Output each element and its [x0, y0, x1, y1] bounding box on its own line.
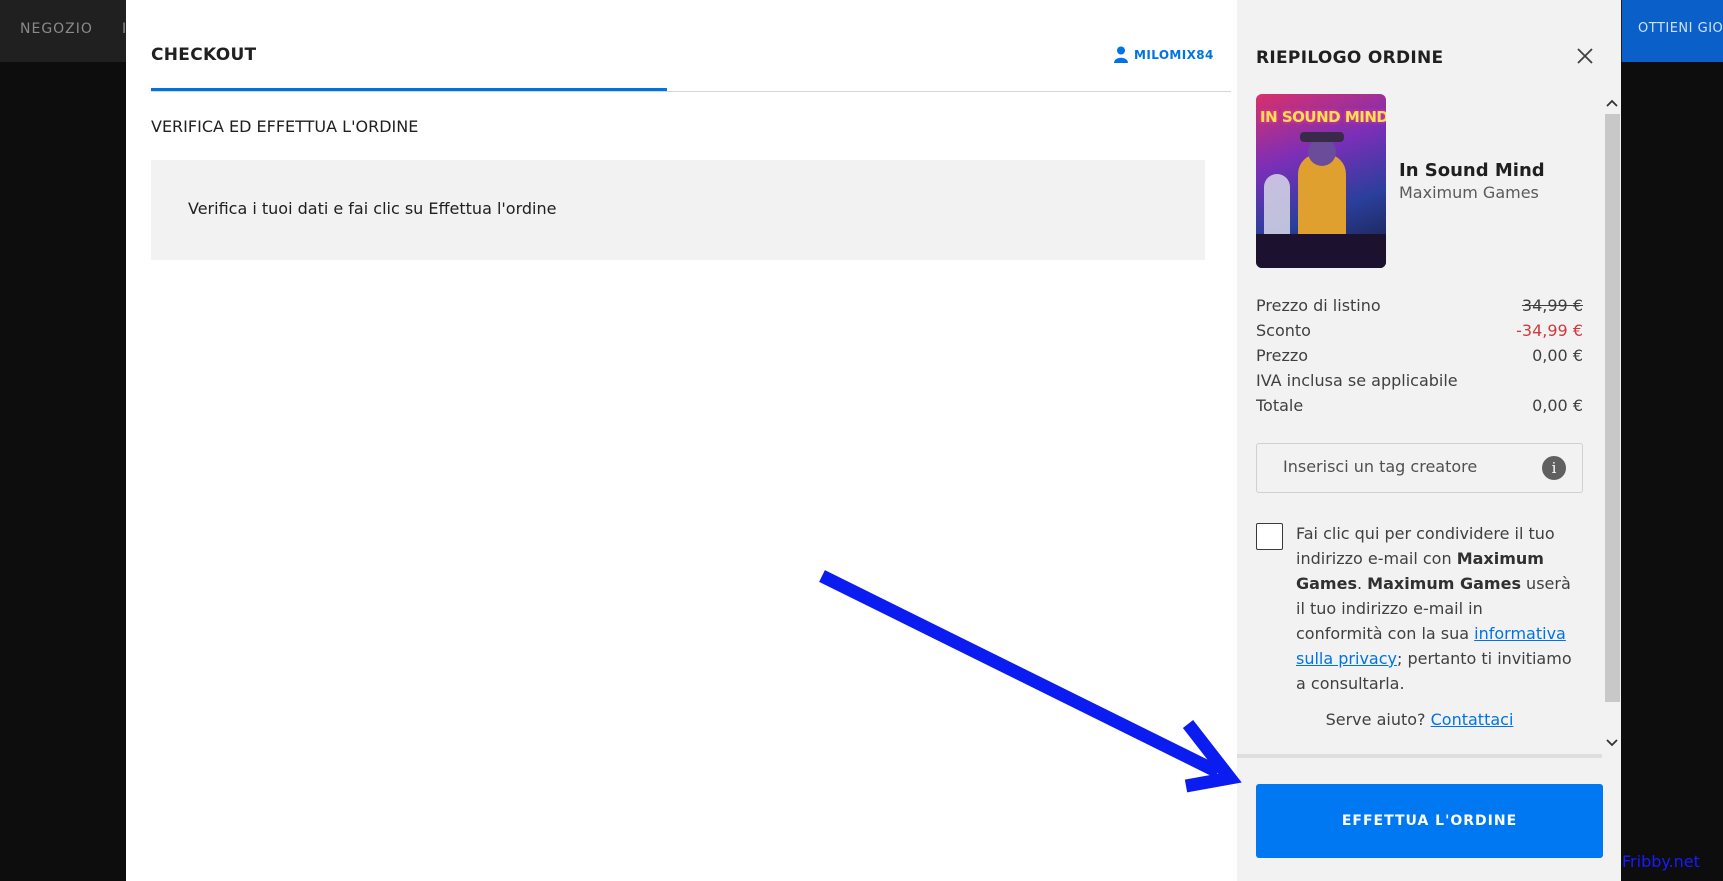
price-row-vat: IVA inclusa se applicabile [1256, 371, 1583, 390]
summary-footer-divider [1237, 754, 1602, 758]
place-order-button[interactable]: EFFETTUA L'ORDINE [1256, 784, 1603, 858]
watermark: Fribby.net [1622, 852, 1700, 871]
checkout-modal: CHECKOUT MILOMIX84 VERIFICA ED EFFETTUA … [126, 0, 1237, 881]
order-summary-title: RIEPILOGO ORDINE [1256, 48, 1444, 68]
game-publisher: Maximum Games [1399, 183, 1539, 202]
tab-divider [151, 91, 1231, 92]
chevron-down-icon[interactable] [1602, 732, 1621, 754]
price-label: IVA inclusa se applicabile [1256, 371, 1458, 390]
store-nav-shop[interactable]: NEGOZIO [20, 21, 93, 37]
price-label: Totale [1256, 396, 1304, 415]
review-info-box: Verifica i tuoi dati e fai clic su Effet… [151, 160, 1205, 260]
contact-us-link[interactable]: Contattaci [1431, 710, 1514, 729]
order-summary-panel: RIEPILOGO ORDINE IN SOUND MIND In Sound … [1237, 0, 1621, 881]
game-title: In Sound Mind [1399, 160, 1545, 181]
creator-tag-input[interactable] [1281, 456, 1535, 477]
summary-scrollbar[interactable] [1602, 92, 1621, 757]
share-email-checkbox[interactable] [1256, 523, 1283, 550]
share-email-consent-text: Fai clic qui per condividere il tuo indi… [1296, 524, 1572, 693]
section-title: VERIFICA ED EFFETTUA L'ORDINE [151, 117, 419, 136]
store-get-game-button[interactable]: OTTIENI GIOC [1622, 0, 1723, 62]
info-icon[interactable]: i [1542, 456, 1566, 480]
price-row-total: Totale 0,00 € [1256, 396, 1583, 415]
game-cover-image: IN SOUND MIND [1256, 94, 1386, 268]
checkout-title: CHECKOUT [151, 45, 257, 65]
price-label: Sconto [1256, 321, 1311, 340]
store-get-game-label: OTTIENI GIOC [1638, 21, 1723, 36]
help-text: Serve aiuto? [1325, 710, 1426, 729]
price-row-price: Prezzo 0,00 € [1256, 346, 1583, 365]
creator-tag-field[interactable]: i [1256, 443, 1583, 493]
publisher-name-bold: Maximum Games [1367, 574, 1521, 593]
price-value: 0,00 € [1532, 396, 1583, 415]
scrollbar-thumb[interactable] [1605, 114, 1620, 702]
price-label: Prezzo [1256, 346, 1309, 365]
price-row-list: Prezzo di listino 34,99 € [1256, 296, 1583, 315]
help-row: Serve aiuto? Contattaci [1256, 710, 1583, 729]
price-value: 34,99 € [1521, 296, 1583, 315]
price-value: 0,00 € [1532, 346, 1583, 365]
chevron-up-icon[interactable] [1602, 92, 1621, 114]
review-info-text: Verifica i tuoi dati e fai clic su Effet… [188, 199, 557, 218]
checkout-progress-indicator [151, 88, 667, 91]
close-icon[interactable] [1575, 46, 1595, 66]
price-row-discount: Sconto -34,99 € [1256, 321, 1583, 340]
username: MILOMIX84 [1134, 47, 1214, 62]
user-icon [1114, 46, 1128, 63]
game-cover-logo: IN SOUND MIND [1260, 108, 1386, 126]
price-value: -34,99 € [1516, 321, 1583, 340]
user-account-link[interactable]: MILOMIX84 [1114, 46, 1214, 63]
price-label: Prezzo di listino [1256, 296, 1381, 315]
